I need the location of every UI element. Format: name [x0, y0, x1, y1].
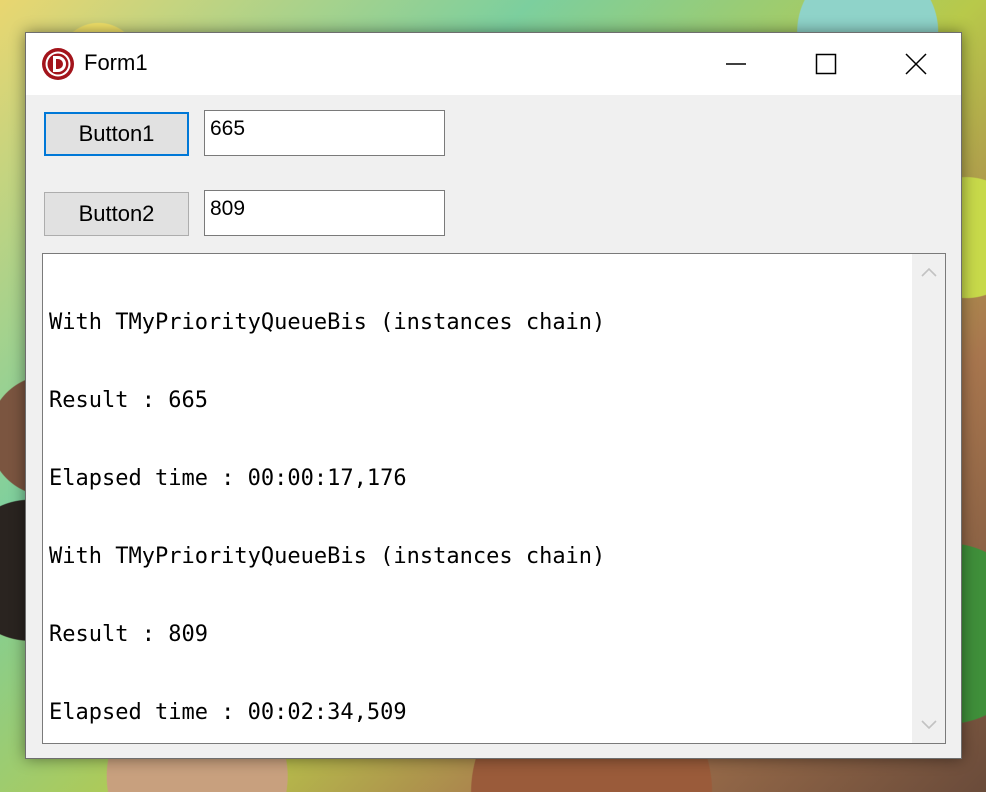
edit2-field[interactable]: 809 — [204, 190, 445, 236]
close-button[interactable] — [871, 33, 961, 95]
memo-line: Elapsed time : 00:00:17,176 — [49, 466, 407, 491]
scroll-up-button[interactable] — [912, 254, 945, 290]
memo-line: Result : 809 — [49, 622, 208, 647]
chevron-up-icon — [920, 267, 937, 277]
memo-line: Elapsed time : 00:02:34,509 — [49, 700, 407, 725]
form1-window: Form1 Button1 665 Button2 809 With TMyPr… — [25, 32, 962, 759]
memo-line: With TMyPriorityQueueBis (instances chai… — [49, 310, 606, 335]
vertical-scrollbar[interactable] — [912, 254, 945, 743]
button1[interactable]: Button1 — [44, 112, 189, 156]
minimize-icon — [726, 63, 746, 65]
button2[interactable]: Button2 — [44, 192, 189, 236]
minimize-button[interactable] — [691, 33, 781, 95]
maximize-icon — [815, 53, 837, 75]
maximize-button[interactable] — [781, 33, 871, 95]
title-bar[interactable]: Form1 — [26, 33, 961, 95]
memo-line: Result : 665 — [49, 388, 208, 413]
edit1-field[interactable]: 665 — [204, 110, 445, 156]
memo-line: With TMyPriorityQueueBis (instances chai… — [49, 544, 606, 569]
memo-output[interactable]: With TMyPriorityQueueBis (instances chai… — [42, 253, 946, 744]
delphi-logo-icon — [42, 48, 74, 80]
window-title: Form1 — [84, 50, 148, 75]
scroll-down-button[interactable] — [912, 707, 945, 743]
chevron-down-icon — [920, 720, 937, 730]
memo-text: With TMyPriorityQueueBis (instances chai… — [49, 258, 606, 743]
close-icon — [905, 53, 927, 75]
